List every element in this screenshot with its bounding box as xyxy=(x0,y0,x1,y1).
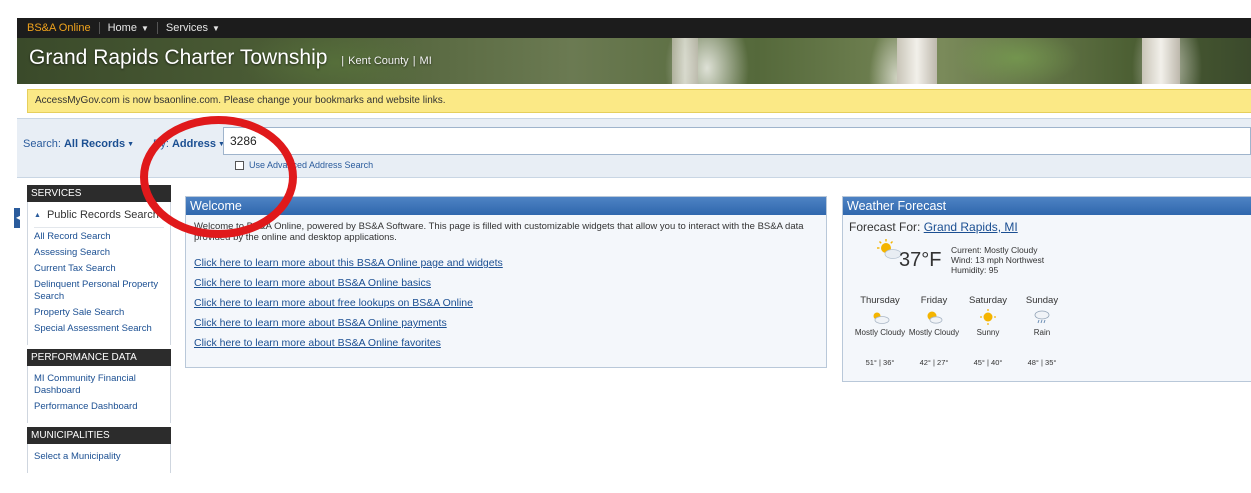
home-menu-label: Home xyxy=(107,22,137,34)
search-bar: Search: All Records▼ By: Address▼ Use Ad… xyxy=(17,118,1251,178)
municipalities-section: Select a Municipality xyxy=(27,444,171,473)
current-condition-text: Current: Mostly Cloudy xyxy=(951,245,1038,255)
caret-up-icon: ▲ xyxy=(34,211,41,219)
forecast-day-hilo: 48° | 35° xyxy=(1027,358,1057,367)
advanced-search-label: Use Advanced Address Search xyxy=(249,160,374,170)
forecast-day-hilo: 42° | 27° xyxy=(919,358,949,367)
forecast-day-name: Saturday xyxy=(968,295,1008,306)
forecast-day-condition: Mostly Cloudy xyxy=(854,328,906,337)
rain-icon xyxy=(1015,308,1069,326)
banner-photo-trunk xyxy=(1142,38,1180,84)
welcome-link-widgets[interactable]: Click here to learn more about this BS&A… xyxy=(194,257,820,269)
public-records-toggle[interactable]: ▲ Public Records Search xyxy=(34,206,164,228)
sun-icon xyxy=(961,308,1015,326)
welcome-link-basics[interactable]: Click here to learn more about BS&A Onli… xyxy=(194,277,820,289)
current-conditions: Current: Mostly Cloudy Wind: 13 mph Nort… xyxy=(951,245,1044,275)
forecast-day: Friday Mostly Cloudy 42° | 27° xyxy=(907,295,961,367)
forecast-day-name: Thursday xyxy=(860,295,900,306)
welcome-link-free-lookups[interactable]: Click here to learn more about free look… xyxy=(194,297,820,309)
welcome-link-favorites[interactable]: Click here to learn more about BS&A Onli… xyxy=(194,337,820,349)
top-nav: BS&A Online Home ▼ Services ▼ xyxy=(17,18,1251,38)
services-menu-label: Services xyxy=(165,22,209,34)
township-name: Grand Rapids Charter Township xyxy=(29,46,328,69)
forecast-day-name: Friday xyxy=(920,295,948,306)
forecast-day-hilo: 51° | 36° xyxy=(865,358,895,367)
weather-widget-title: Weather Forecast xyxy=(843,197,1251,215)
forecast-for-label: Forecast For: xyxy=(849,220,921,234)
township-title: Grand Rapids Charter Township | Kent Coun… xyxy=(29,46,432,70)
welcome-widget-body: Welcome to BS&A Online, powered by BS&A … xyxy=(186,215,826,349)
address-search-input[interactable] xyxy=(223,127,1251,155)
forecast-day: Sunday Rain 48° | 35° xyxy=(1015,295,1069,367)
sidebar-link-current-tax-search[interactable]: Current Tax Search xyxy=(34,263,164,275)
welcome-widget: Welcome Welcome to BS&A Online, powered … xyxy=(185,196,827,368)
weather-widget-body: Forecast For: Grand Rapids, MI 37°F Curr… xyxy=(843,215,1251,385)
forecast-day-condition: Rain xyxy=(1033,328,1051,337)
chevron-down-icon: ▼ xyxy=(212,23,220,33)
county-name: Kent County xyxy=(348,55,409,67)
sidebar-link-all-record-search[interactable]: All Record Search xyxy=(34,231,164,243)
public-records-label: Public Records Search xyxy=(46,209,159,221)
notice-bar: AccessMyGov.com is now bsaonline.com. Pl… xyxy=(27,89,1251,113)
banner-photo-trunk xyxy=(672,38,698,84)
sidebar-link-select-municipality[interactable]: Select a Municipality xyxy=(34,451,164,463)
performance-section: MI Community Financial Dashboard Perform… xyxy=(27,366,171,423)
forecast-day-name: Sunday xyxy=(1025,295,1059,306)
current-humidity-text: Humidity: 95 xyxy=(951,265,999,275)
partly-cloudy-icon xyxy=(907,308,961,326)
forecast-day-hilo: 45° | 40° xyxy=(973,358,1003,367)
current-temperature: 37°F xyxy=(899,249,942,271)
township-location: | Kent County | MI xyxy=(341,55,432,67)
forecast-day-condition: Sunny xyxy=(976,328,1000,337)
sidebar: SERVICES ▲ Public Records Search All Rec… xyxy=(27,185,171,473)
forecast-days: Thursday Mostly Cloudy 51° | 36° Friday … xyxy=(853,295,1069,367)
sidebar-link-special-assessment-search[interactable]: Special Assessment Search xyxy=(34,323,164,335)
search-scope-label: Search: xyxy=(23,138,61,150)
page: BS&A Online Home ▼ Services ▼ Grand Rapi… xyxy=(0,0,1251,493)
sidebar-link-assessing-search[interactable]: Assessing Search xyxy=(34,247,164,259)
search-scope[interactable]: Search: All Records ▼ xyxy=(23,138,134,150)
advanced-search-option[interactable]: Use Advanced Address Search xyxy=(235,160,373,170)
services-section: ▲ Public Records Search All Record Searc… xyxy=(27,202,171,345)
forecast-location-link[interactable]: Grand Rapids, MI xyxy=(924,220,1018,234)
sidebar-link-performance-dashboard[interactable]: Performance Dashboard xyxy=(34,401,164,413)
search-by-value: Address xyxy=(171,138,216,150)
forecast-day: Saturday Sunny 45° | 40° xyxy=(961,295,1015,367)
search-by-label: By: xyxy=(153,138,169,150)
home-menu[interactable]: Home ▼ xyxy=(100,22,157,34)
search-scope-value: All Records xyxy=(63,138,126,150)
header-banner: Grand Rapids Charter Township | Kent Coun… xyxy=(17,38,1251,84)
banner-photo-trunk xyxy=(897,38,937,84)
welcome-intro: Welcome to BS&A Online, powered by BS&A … xyxy=(194,221,804,243)
current-wind-text: Wind: 13 mph Northwest xyxy=(951,255,1045,265)
welcome-link-payments[interactable]: Click here to learn more about BS&A Onli… xyxy=(194,317,820,329)
services-menu[interactable]: Services ▼ xyxy=(158,22,228,34)
forecast-day-condition: Mostly Cloudy xyxy=(908,328,960,337)
partly-cloudy-icon xyxy=(853,308,907,326)
forecast-location: Forecast For: Grand Rapids, MI xyxy=(849,220,1245,234)
weather-widget: Weather Forecast Forecast For: Grand Rap… xyxy=(842,196,1251,382)
performance-header: PERFORMANCE DATA xyxy=(27,349,171,366)
search-by[interactable]: By: Address ▼ xyxy=(153,138,225,150)
services-header: SERVICES xyxy=(27,185,171,202)
sidebar-link-financial-dashboard[interactable]: MI Community Financial Dashboard xyxy=(34,373,164,397)
chevron-down-icon: ▼ xyxy=(140,23,149,33)
caret-left-icon: ◂ xyxy=(15,213,20,222)
municipalities-header: MUNICIPALITIES xyxy=(27,427,171,444)
forecast-day: Thursday Mostly Cloudy 51° | 36° xyxy=(853,295,907,367)
sidebar-link-delinquent-personal-property[interactable]: Delinquent Personal Property Search xyxy=(34,279,164,303)
sidebar-link-property-sale-search[interactable]: Property Sale Search xyxy=(34,307,164,319)
window-gutter xyxy=(0,0,16,493)
advanced-search-checkbox[interactable] xyxy=(235,160,244,170)
brand-link[interactable]: BS&A Online xyxy=(17,22,99,34)
chevron-down-icon: ▼ xyxy=(127,141,135,148)
state-name: MI xyxy=(419,55,432,67)
welcome-widget-title: Welcome xyxy=(186,197,826,215)
